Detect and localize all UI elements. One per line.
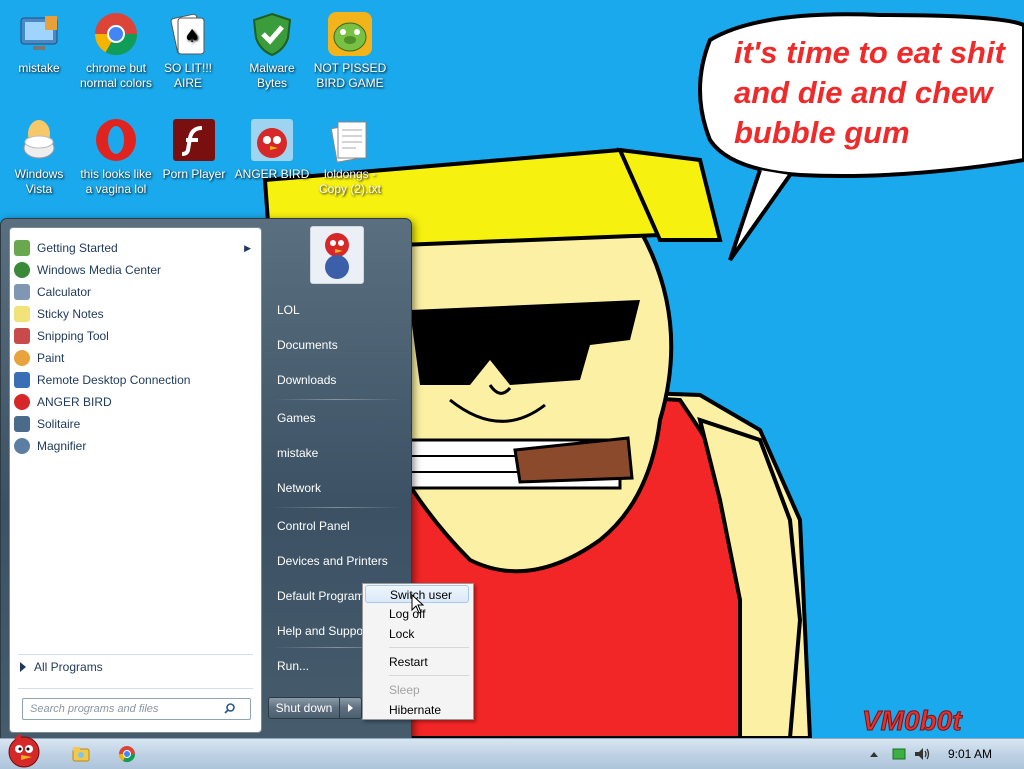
start-item-mistake[interactable]: mistake [269, 438, 415, 468]
menu-item-sleep: Sleep [389, 683, 420, 697]
shutdown-button[interactable]: Shut down [268, 697, 340, 719]
speech-line-3: bubble gum [734, 115, 910, 150]
desk-icon-flash-player[interactable]: Porn Player [156, 112, 232, 182]
start-item-user[interactable]: LOL [269, 295, 415, 325]
user-picture-avatar[interactable] [310, 226, 364, 284]
desk-icon-label: Windows Vista [14, 167, 64, 196]
chrome-icon[interactable] [117, 744, 137, 764]
desk-icon-label: NOT PISSED BIRD GAME [313, 61, 387, 90]
desk-icon-solitaire[interactable]: ♠ SO LIT!!! AIRE [150, 6, 226, 91]
start-menu: Getting Started ▶ Windows Media Center Ca… [0, 218, 412, 740]
desk-icon-text-file[interactable]: loldongs - Copy (2).txt [312, 112, 388, 197]
paint-icon [14, 350, 30, 366]
chevron-right-icon [348, 704, 353, 712]
speech-line-2: and die and chew [734, 75, 994, 110]
desk-icon-label: ANGER BIRD [234, 167, 310, 181]
svg-text:♠: ♠ [184, 26, 200, 47]
snipping-tool-icon [14, 328, 30, 344]
all-programs-divider [18, 654, 253, 655]
opera-icon [96, 119, 136, 161]
egg-icon [23, 120, 55, 159]
computer-icon [20, 16, 58, 50]
desk-icon-mistake[interactable]: mistake [1, 6, 77, 76]
search-input[interactable]: Search programs and files [22, 698, 251, 720]
program-remote-desktop[interactable]: Remote Desktop Connection [10, 369, 261, 391]
desk-icon-label: SO LIT!!! AIRE [163, 61, 212, 90]
program-anger-bird[interactable]: ANGER BIRD [10, 391, 261, 413]
desk-icon-label: Porn Player [162, 167, 226, 181]
volume-icon[interactable] [914, 747, 930, 761]
angry-bird-icon [311, 227, 363, 283]
cards-icon: ♠ [170, 13, 205, 55]
calculator-icon [14, 284, 30, 300]
flash-icon [173, 119, 215, 161]
program-magnifier[interactable]: Magnifier [10, 435, 261, 457]
menu-item-lock[interactable]: Lock [365, 625, 469, 643]
menu-separator [389, 647, 469, 648]
speech-line-1: it's time to eat shit [734, 35, 1007, 70]
action-center-icon[interactable] [892, 748, 906, 760]
start-item-downloads[interactable]: Downloads [269, 365, 415, 395]
desk-icon-label: chrome but normal colors [79, 61, 153, 90]
search-icon[interactable] [224, 703, 235, 714]
desk-icon-label: this looks like a vagina lol [80, 167, 152, 196]
remote-desktop-icon [14, 372, 30, 388]
chrome-icon [95, 13, 137, 56]
taskbar: 9:01 AM [0, 733, 1024, 769]
program-sticky-notes[interactable]: Sticky Notes [10, 303, 261, 325]
shutdown-options-button[interactable] [339, 697, 362, 719]
expand-arrow-icon [20, 662, 26, 672]
text-file-icon [330, 121, 367, 163]
menu-separator [389, 675, 469, 676]
file-explorer-icon[interactable] [71, 744, 91, 764]
start-item-control-panel[interactable]: Control Panel [269, 511, 415, 541]
signature: VM0b0t [862, 705, 963, 736]
start-item-network[interactable]: Network [269, 473, 415, 503]
submenu-arrow-icon: ▶ [244, 242, 251, 253]
right-pane-separator [273, 507, 401, 508]
search-divider [18, 688, 253, 689]
program-paint[interactable]: Paint [10, 347, 261, 369]
desk-icon-label: Malware Bytes [249, 61, 295, 90]
desk-icon-chrome[interactable]: chrome but normal colors [78, 6, 154, 91]
shield-icon [252, 12, 292, 57]
mouse-cursor-icon [411, 594, 425, 614]
desk-icon-label: loldongs - Copy (2).txt [318, 167, 381, 196]
magnifier-icon [14, 438, 30, 454]
start-item-devices-printers[interactable]: Devices and Printers [269, 546, 415, 576]
pig-icon [328, 12, 372, 56]
desk-icon-opera[interactable]: this looks like a vagina lol [78, 112, 154, 197]
program-calculator[interactable]: Calculator [10, 281, 261, 303]
taskbar-clock[interactable]: 9:01 AM [948, 747, 992, 761]
program-solitaire[interactable]: Solitaire [10, 413, 261, 435]
sticky-notes-icon [14, 306, 30, 322]
desk-icon-label: mistake [18, 61, 60, 75]
start-button-angry-bird-icon[interactable] [2, 731, 46, 769]
right-pane-separator [273, 399, 401, 400]
program-snipping-tool[interactable]: Snipping Tool [10, 325, 261, 347]
desk-icon-windows-vista[interactable]: Windows Vista [1, 112, 77, 197]
desk-icon-anger-bird[interactable]: ANGER BIRD [234, 112, 310, 182]
getting-started-icon [14, 240, 30, 256]
angry-bird-icon [251, 119, 293, 161]
program-getting-started[interactable]: Getting Started ▶ [10, 237, 261, 259]
start-item-documents[interactable]: Documents [269, 330, 415, 360]
program-windows-media-center[interactable]: Windows Media Center [10, 259, 261, 281]
desk-icon-pig-game[interactable]: NOT PISSED BIRD GAME [312, 6, 388, 91]
media-center-icon [14, 262, 30, 278]
desk-icon-malwarebytes[interactable]: Malware Bytes [234, 6, 310, 91]
solitaire-icon [14, 416, 30, 432]
all-programs-button[interactable]: All Programs [20, 660, 103, 674]
start-item-games[interactable]: Games [269, 403, 415, 433]
menu-item-restart[interactable]: Restart [365, 653, 469, 671]
start-menu-programs-pane: Getting Started ▶ Windows Media Center Ca… [9, 227, 262, 733]
anger-bird-icon [14, 394, 30, 410]
menu-item-hibernate[interactable]: Hibernate [365, 701, 469, 719]
show-hidden-icons-icon[interactable] [869, 750, 879, 758]
